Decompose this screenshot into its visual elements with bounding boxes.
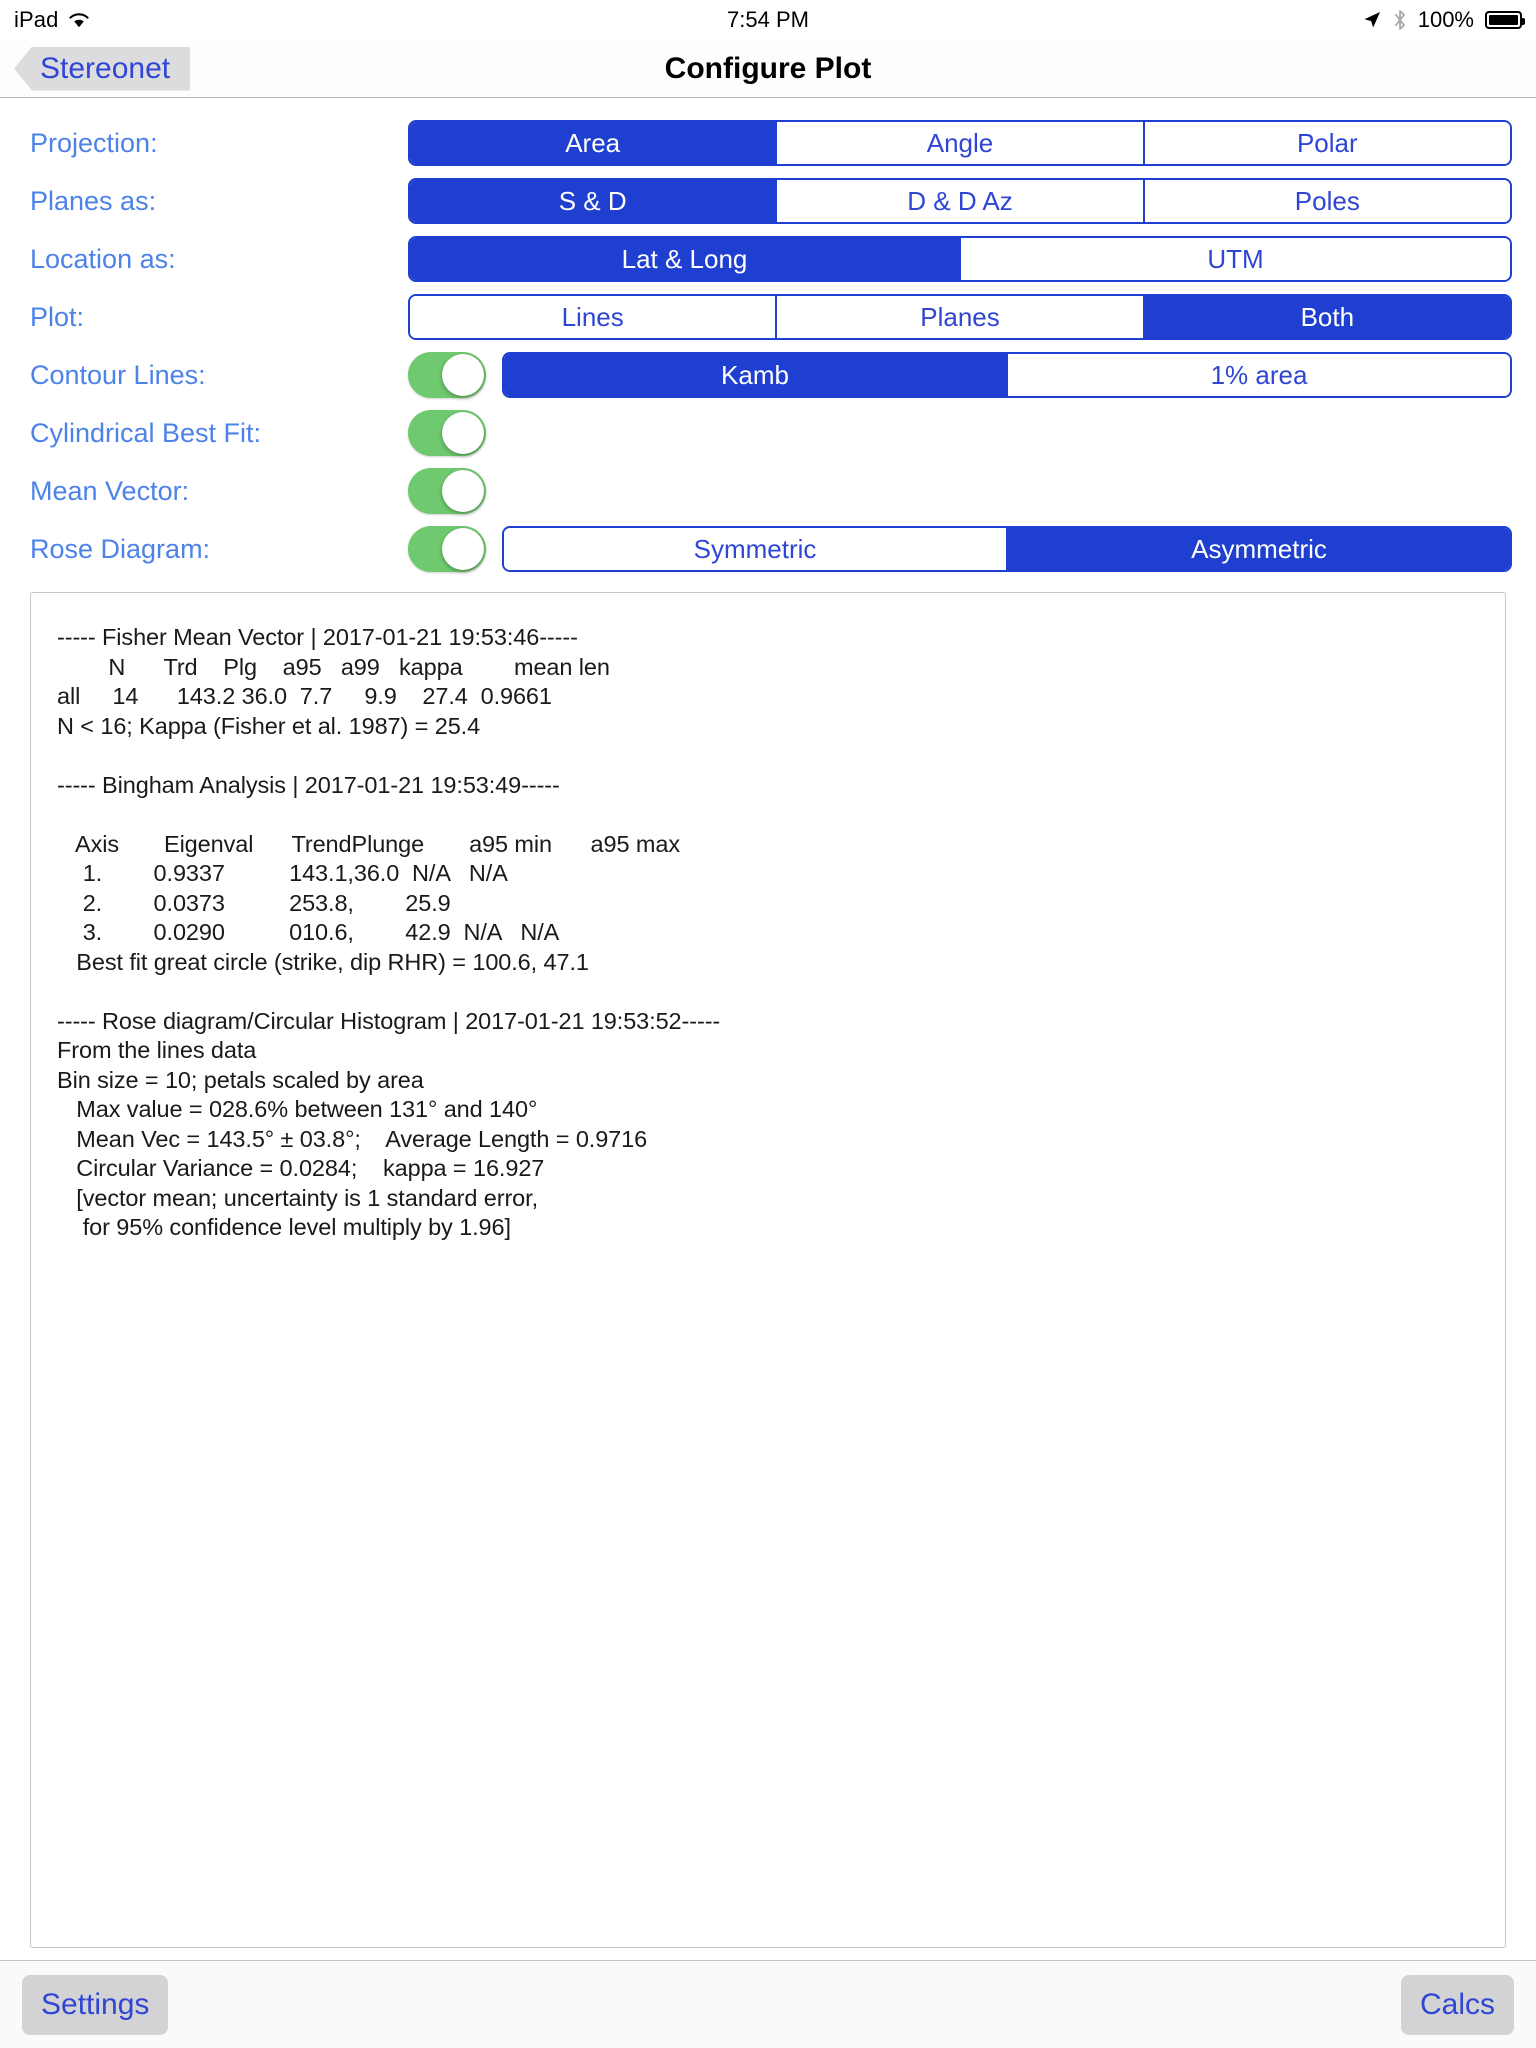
label-rose-diagram: Rose Diagram: <box>30 533 211 564</box>
controls-projection: Area Angle Polar <box>408 114 1512 172</box>
bluetooth-icon <box>1393 9 1407 31</box>
settings-button[interactable]: Settings <box>22 1974 169 2035</box>
toggle-rose-diagram[interactable] <box>408 526 486 572</box>
toggle-cylindrical-best-fit[interactable] <box>408 410 486 456</box>
label-projection: Projection: <box>30 127 158 158</box>
toggle-knob <box>442 354 484 396</box>
bottom-toolbar: Settings Calcs <box>0 1960 1536 2048</box>
controls-rose-diagram: Symmetric Asymmetric <box>408 520 1512 578</box>
segmented-control-contour-lines: Kamb 1% area <box>502 352 1512 398</box>
wifi-icon <box>67 11 91 29</box>
toggle-knob <box>442 412 484 454</box>
form-row-planes-as: Planes as: S & DD & D Az Poles <box>0 172 1536 230</box>
controls-contour-lines: Kamb 1% area <box>408 346 1512 404</box>
segment-contour-lines-1[interactable]: 1% area <box>1008 354 1510 396</box>
segment-contour-lines-0[interactable]: Kamb <box>504 354 1008 396</box>
segment-projection-2[interactable]: Polar <box>1144 122 1510 164</box>
status-bar-right: 100% <box>1362 7 1525 33</box>
navigation-bar: Stereonet Configure Plot <box>0 40 1536 98</box>
label-cylindrical-best-fit: Cylindrical Best Fit: <box>30 417 262 448</box>
form-row-plot: Plot: Lines Planes Both <box>0 288 1536 346</box>
app-root: iPad 7:54 PM 100% Stereonet Configure Pl… <box>0 0 1536 2048</box>
form-row-projection: Projection: Area Angle Polar <box>0 114 1536 172</box>
toggle-knob <box>442 470 484 512</box>
segment-plot-0[interactable]: Lines <box>410 296 778 338</box>
controls-planes-as: S & DD & D Az Poles <box>408 172 1512 230</box>
segment-location-as-0[interactable]: Lat & Long <box>410 238 961 280</box>
status-bar-left: iPad <box>14 7 91 33</box>
device-name: iPad <box>14 7 59 32</box>
back-button-stereonet[interactable]: Stereonet <box>14 46 191 91</box>
status-bar-time: 7:54 PM <box>727 7 809 32</box>
controls-location-as: Lat & Long UTM <box>408 230 1512 288</box>
segment-rose-diagram-0[interactable]: Symmetric <box>504 528 1008 570</box>
controls-mean-vector <box>408 462 1512 520</box>
status-bar: iPad 7:54 PM 100% <box>0 0 1536 40</box>
segmented-control-plot: Lines Planes Both <box>408 294 1512 340</box>
toggle-mean-vector[interactable] <box>408 468 486 514</box>
segmented-control-planes-as: S & DD & D Az Poles <box>408 178 1512 224</box>
controls-plot: Lines Planes Both <box>408 288 1512 346</box>
segment-planes-as-2[interactable]: Poles <box>1144 180 1510 222</box>
battery-percent: 100% <box>1417 7 1474 32</box>
segment-rose-diagram-1[interactable]: Asymmetric <box>1008 528 1510 570</box>
label-location-as: Location as: <box>30 243 176 274</box>
form-row-mean-vector: Mean Vector: <box>0 462 1536 520</box>
segmented-control-projection: Area Angle Polar <box>408 120 1512 166</box>
form-row-cylindrical-best-fit: Cylindrical Best Fit: <box>0 404 1536 462</box>
label-plot: Plot: <box>30 301 85 332</box>
segment-projection-0[interactable]: Area <box>410 122 778 164</box>
calcs-button[interactable]: Calcs <box>1400 1974 1514 2035</box>
controls-cylindrical-best-fit <box>408 404 1512 462</box>
segment-planes-as-1[interactable]: D & D Az <box>777 180 1145 222</box>
segmented-control-location-as: Lat & Long UTM <box>408 236 1512 282</box>
label-mean-vector: Mean Vector: <box>30 475 190 506</box>
toggle-knob <box>442 528 484 570</box>
battery-full-icon <box>1485 11 1525 29</box>
segment-planes-as-0[interactable]: S & D <box>410 180 778 222</box>
toggle-contour-lines[interactable] <box>408 352 486 398</box>
form-row-rose-diagram: Rose Diagram: Symmetric Asymmetric <box>0 520 1536 578</box>
form-row-location-as: Location as: Lat & Long UTM <box>0 230 1536 288</box>
location-arrow-icon <box>1362 10 1382 30</box>
label-planes-as: Planes as: <box>30 185 157 216</box>
segmented-control-rose-diagram: Symmetric Asymmetric <box>502 526 1512 572</box>
segment-location-as-1[interactable]: UTM <box>961 238 1510 280</box>
report-container: ----- Fisher Mean Vector | 2017-01-21 19… <box>0 584 1536 1960</box>
segment-plot-1[interactable]: Planes <box>777 296 1145 338</box>
page-title: Configure Plot <box>664 51 872 85</box>
analysis-report-text: ----- Fisher Mean Vector | 2017-01-21 19… <box>57 624 721 1240</box>
analysis-report-panel[interactable]: ----- Fisher Mean Vector | 2017-01-21 19… <box>30 592 1506 1948</box>
label-contour-lines: Contour Lines: <box>30 359 206 390</box>
configuration-form: Projection: Area Angle Polar Planes as: S & D… <box>0 98 1536 584</box>
segment-projection-1[interactable]: Angle <box>777 122 1145 164</box>
segment-plot-2[interactable]: Both <box>1144 296 1510 338</box>
form-row-contour-lines: Contour Lines: Kamb 1% area <box>0 346 1536 404</box>
